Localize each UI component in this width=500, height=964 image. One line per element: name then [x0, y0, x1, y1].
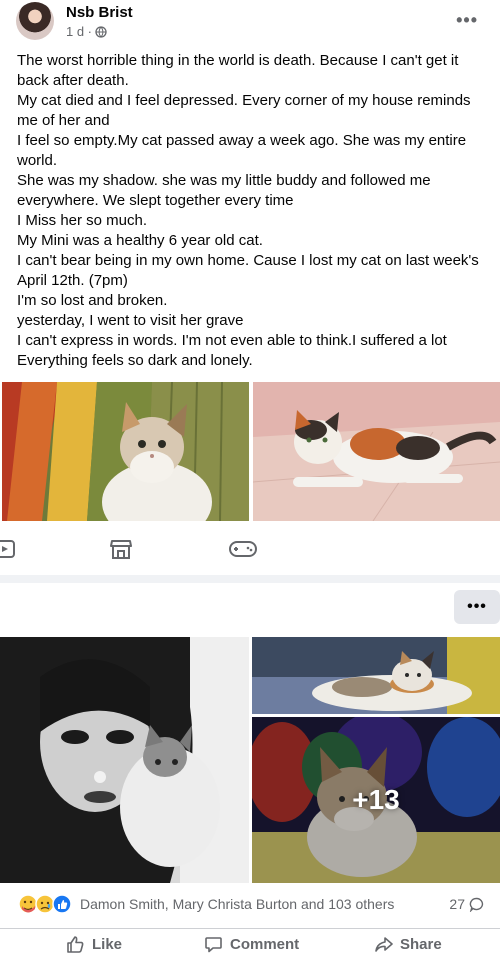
post-meta: 1 d · — [66, 24, 107, 39]
post-paragraph: Everything feels so dark and lonely. — [17, 352, 253, 369]
reactions-summary: Damon Smith, Mary Christa Burton and 103… — [0, 886, 500, 922]
post-actions-bar: Like Comment Share — [0, 928, 500, 964]
post-separator — [0, 575, 500, 583]
post-photo-3[interactable] — [0, 637, 249, 883]
post-time[interactable]: 1 d · — [66, 24, 92, 39]
post-paragraph: My Mini was a healthy 6 year old cat. — [17, 232, 263, 249]
marketplace-icon[interactable] — [109, 538, 133, 560]
comment-icon — [205, 937, 222, 953]
like-emoji-icon — [52, 894, 72, 914]
post-photo-1[interactable] — [2, 382, 249, 521]
gaming-icon[interactable] — [229, 538, 257, 560]
shortcut-strip — [0, 523, 500, 575]
post-photo-4[interactable] — [252, 637, 500, 714]
post-paragraph: I can't express in words. I'm not even a… — [17, 332, 447, 349]
comment-count-value: 27 — [449, 896, 465, 912]
post-paragraph: She was my shadow. she was my little bud… — [17, 172, 435, 209]
post-paragraph: I feel so empty.My cat passed away a wee… — [17, 132, 471, 169]
post-paragraph: I can't bear being in my own home. Cause… — [17, 252, 483, 289]
comment-bubble-icon — [469, 897, 484, 912]
post-paragraph: My cat died and I feel depressed. Every … — [17, 92, 475, 129]
post-paragraph: I Miss her so much. — [17, 212, 148, 229]
post-paragraph: I'm so lost and broken. — [17, 292, 168, 309]
care-emoji-icon — [18, 894, 38, 914]
reaction-names[interactable]: Damon Smith, Mary Christa Burton and 103… — [80, 896, 394, 912]
author-name[interactable]: Nsb Brist — [66, 4, 133, 21]
like-button[interactable]: Like — [66, 935, 122, 954]
share-button[interactable]: Share — [374, 935, 442, 954]
reaction-icons[interactable] — [18, 894, 76, 914]
watch-icon[interactable] — [0, 538, 16, 560]
share-icon — [375, 937, 393, 952]
comment-count[interactable]: 27 — [449, 896, 484, 912]
comment-button[interactable]: Comment — [204, 935, 299, 954]
avatar[interactable] — [16, 2, 54, 40]
sad-emoji-icon — [35, 894, 55, 914]
globe-icon — [95, 25, 107, 38]
post-text: The worst horrible thing in the world is… — [17, 51, 487, 371]
post-paragraph: yesterday, I went to visit her grave — [17, 312, 244, 329]
post-header: Nsb Brist 1 d · ••• — [0, 0, 500, 46]
like-label: Like — [92, 936, 123, 953]
comment-label: Comment — [230, 936, 300, 953]
post-photo-2[interactable] — [253, 382, 500, 521]
more-photos-count[interactable]: +13 — [252, 717, 500, 883]
share-label: Share — [400, 936, 442, 953]
post-paragraph: The worst horrible thing in the world is… — [17, 52, 463, 89]
post-options-icon[interactable]: ••• — [456, 10, 478, 31]
post-options-button[interactable]: ••• — [454, 590, 500, 624]
like-icon — [67, 936, 84, 953]
